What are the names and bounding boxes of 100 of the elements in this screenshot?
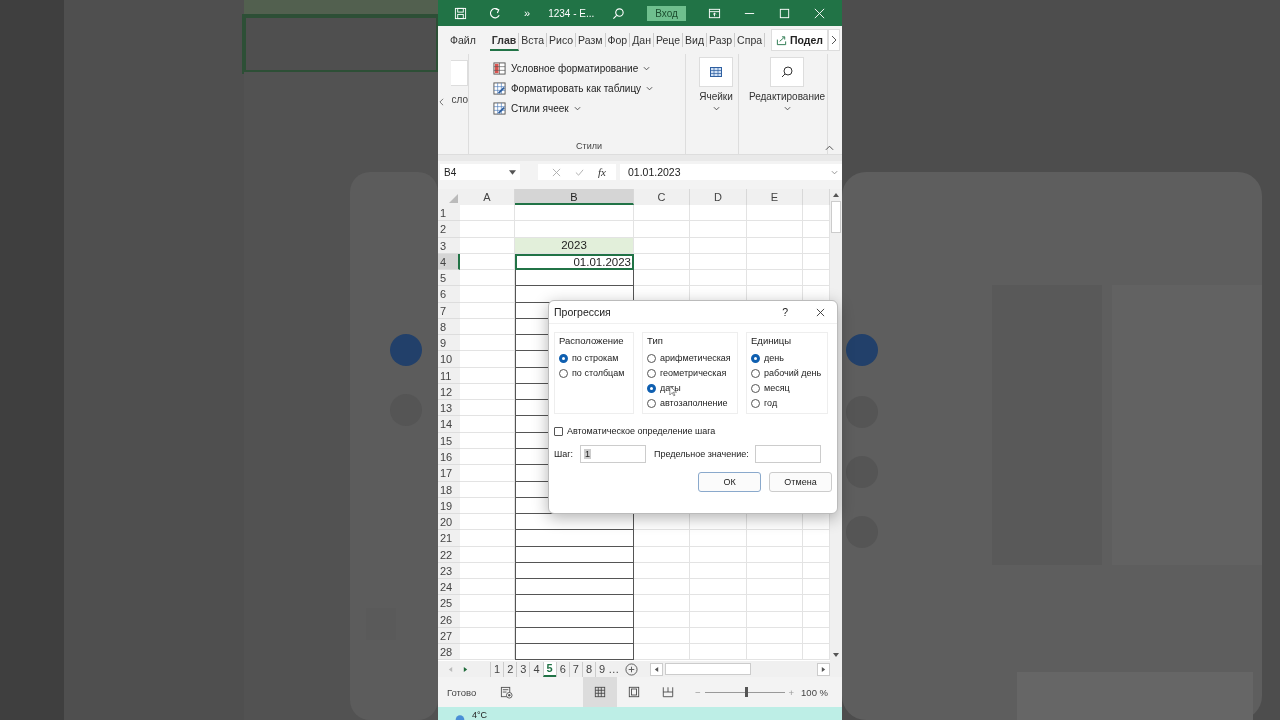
editing-button[interactable]: Редактирование [748, 57, 826, 111]
column-header[interactable]: C [634, 189, 690, 205]
table-cell [460, 383, 515, 401]
scroll-right-icon[interactable] [828, 29, 840, 51]
table-cell [690, 546, 747, 563]
table-cell [460, 530, 515, 547]
sign-in-button[interactable]: Вход [647, 5, 686, 21]
ribbon-tab[interactable]: Вид [683, 33, 708, 47]
row-header[interactable]: 28 [438, 644, 460, 661]
help-button[interactable]: ? [782, 306, 788, 318]
caret-icon [573, 106, 581, 111]
radio-option[interactable]: по столбцам [559, 368, 629, 378]
insert-function-button[interactable]: fx [598, 166, 606, 178]
collapse-ribbon-icon[interactable] [825, 145, 834, 151]
ribbon-tab[interactable]: Вста [519, 33, 548, 47]
ribbon-tab[interactable]: Рисо [547, 33, 577, 47]
row-header[interactable]: 6 [438, 286, 460, 303]
scroll-left-icon[interactable] [439, 98, 444, 106]
zoom-level[interactable]: 100 % [801, 686, 828, 698]
more-sheets[interactable]: … [608, 661, 620, 677]
stop-value-field[interactable] [754, 445, 821, 463]
formula-field[interactable]: 01.01.2023 [619, 164, 842, 180]
ribbon-tab[interactable]: Спра [735, 33, 766, 47]
column-header[interactable]: E [747, 189, 803, 205]
horizontal-scrollbar[interactable] [650, 663, 830, 675]
scroll-thumb[interactable] [665, 663, 752, 675]
save-icon[interactable] [454, 6, 467, 20]
sheet-tab[interactable]: 3 [516, 661, 530, 677]
style-menu-button[interactable]: Форматировать как таблицу [493, 82, 654, 95]
maximize-icon[interactable] [777, 6, 791, 20]
row-header[interactable]: 17 [438, 465, 460, 482]
search-icon[interactable] [612, 6, 626, 20]
auto-step-checkbox[interactable]: Автоматическое определение шага [554, 426, 716, 436]
row-header[interactable]: 25 [438, 595, 460, 612]
share-button[interactable]: Подел [771, 29, 828, 51]
radio-option[interactable]: рабочий день [751, 368, 823, 378]
style-menu-button[interactable]: Условное форматирование [493, 62, 651, 75]
sheet-tab[interactable]: 4 [529, 661, 543, 677]
row-header[interactable]: 10 [438, 351, 460, 368]
sheet-tab[interactable]: 5 [542, 661, 556, 677]
row-header[interactable]: 14 [438, 416, 460, 433]
row-header[interactable]: 13 [438, 400, 460, 417]
ribbon-tab[interactable]: Разм [576, 33, 606, 47]
radio-option[interactable]: месяц [751, 383, 823, 393]
ribbon-tab[interactable]: Глав [489, 33, 520, 51]
more-commands[interactable]: » [524, 7, 531, 19]
next-sheet-icon[interactable] [463, 665, 468, 673]
macro-record-icon[interactable] [500, 685, 513, 699]
style-menu-button[interactable]: Стили ячеек [493, 102, 581, 115]
sheet-tab[interactable]: 8 [581, 661, 595, 677]
radio-option[interactable]: год [751, 398, 823, 408]
row-header[interactable]: 24 [438, 579, 460, 596]
column-header[interactable]: B [515, 189, 634, 205]
normal-view-button[interactable] [583, 677, 617, 707]
ribbon-tab[interactable]: Фор [605, 33, 631, 47]
close-icon[interactable] [812, 6, 826, 20]
add-sheet-icon[interactable] [625, 662, 639, 676]
close-icon[interactable] [816, 307, 825, 317]
table-cell [747, 205, 803, 222]
row-header[interactable]: 20 [438, 514, 460, 531]
ok-button[interactable]: ОК [698, 472, 761, 492]
radio-option[interactable]: геометрическая [647, 368, 733, 378]
table-cell [460, 546, 515, 563]
ribbon-display-icon[interactable] [707, 6, 721, 20]
scroll-up-icon[interactable] [832, 192, 840, 198]
scroll-right-icon[interactable] [817, 662, 830, 676]
row-header[interactable]: 9 [438, 335, 460, 352]
sheet-tab[interactable]: 2 [503, 661, 517, 677]
redo-icon[interactable] [489, 6, 502, 20]
row-header[interactable]: 2 [438, 221, 460, 238]
sheet-tab[interactable]: 1 [490, 661, 504, 677]
name-box[interactable]: B4 [440, 164, 520, 180]
row-header[interactable]: 21 [438, 530, 460, 547]
table-cell [690, 595, 747, 612]
step-field[interactable]: 1 [580, 445, 647, 463]
scroll-thumb[interactable] [831, 201, 841, 233]
radio-option[interactable]: по строкам [559, 353, 629, 363]
table-cell [747, 644, 803, 661]
ribbon-tab[interactable]: Реце [653, 33, 684, 47]
ribbon-tab[interactable]: Разр [707, 33, 736, 47]
table-cell [690, 579, 747, 596]
table-cell [460, 351, 515, 368]
cancel-button[interactable]: Отмена [769, 472, 832, 492]
ribbon-tab[interactable]: Файл [448, 33, 478, 47]
sheet-tab[interactable]: 6 [555, 661, 569, 677]
radio-option[interactable]: арифметическая [647, 353, 733, 363]
scroll-down-icon[interactable] [832, 652, 840, 658]
zoom-slider[interactable] [704, 687, 785, 697]
sheet-tab[interactable]: 9 [595, 661, 609, 677]
sheet-tab[interactable]: 7 [568, 661, 582, 677]
page-icon [628, 686, 640, 698]
radio-option[interactable]: день [751, 353, 823, 363]
row-header[interactable]: 5 [438, 270, 460, 287]
table-cell [747, 562, 803, 580]
ribbon-tab[interactable]: Дан [630, 33, 654, 47]
row-header[interactable]: 1 [438, 205, 460, 222]
radio-option[interactable]: даты [647, 383, 733, 393]
table-cell [747, 530, 803, 547]
radio-option[interactable]: автозаполнение [647, 398, 733, 408]
column-header[interactable]: D [690, 189, 747, 205]
